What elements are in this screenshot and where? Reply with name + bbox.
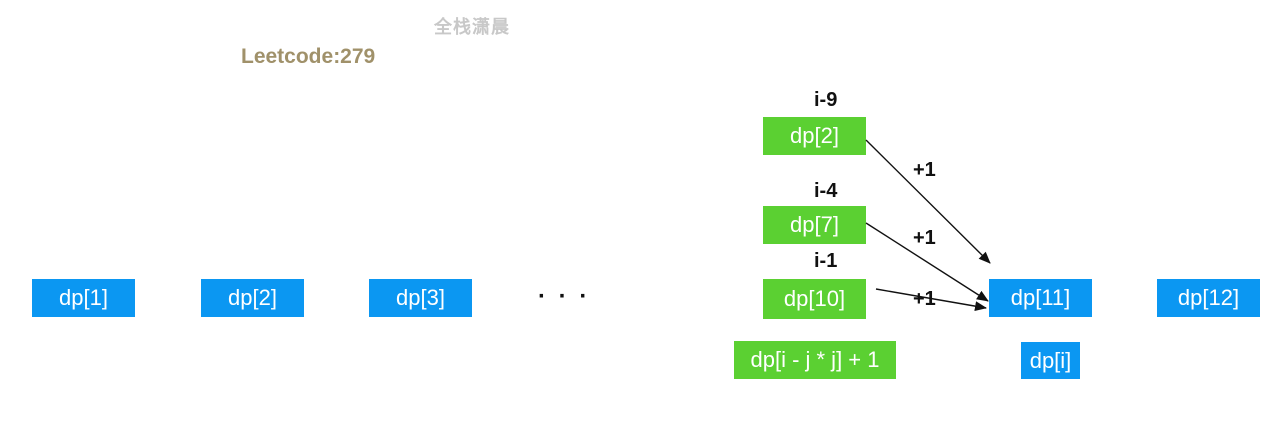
arrows-layer xyxy=(865,139,991,312)
arrow-dp10-to-dp11 xyxy=(875,288,987,312)
arrow-dp7-to-dp11 xyxy=(865,222,989,302)
arrow-dp2-to-dp11 xyxy=(865,139,991,264)
